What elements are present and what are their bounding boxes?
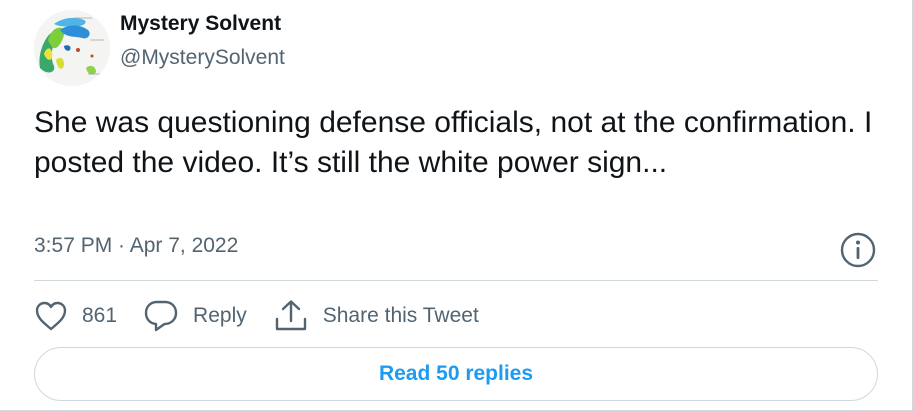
- like-button[interactable]: 861: [34, 300, 117, 332]
- tweet-text: She was questioning defense officials, n…: [34, 106, 873, 179]
- heart-icon: [35, 301, 67, 331]
- like-count: 861: [82, 304, 118, 327]
- reply-label: Reply: [193, 304, 247, 327]
- read-replies-label: Read 50 replies: [378, 362, 534, 385]
- reply-bubble-icon: [144, 300, 178, 332]
- avatar-map-image: [34, 10, 110, 86]
- user-handle[interactable]: @MysterySolvent: [120, 46, 285, 70]
- avatar[interactable]: [34, 10, 110, 86]
- display-name[interactable]: Mystery Solvent: [120, 12, 281, 36]
- tweet-timestamp[interactable]: 3:57 PM · Apr 7, 2022: [34, 234, 238, 258]
- info-icon[interactable]: [838, 230, 878, 270]
- share-label: Share this Tweet: [322, 304, 479, 327]
- share-icon: [275, 300, 306, 331]
- share-button[interactable]: Share this Tweet: [273, 298, 479, 334]
- read-replies-button[interactable]: Read 50 replies: [34, 347, 878, 401]
- action-bar: 861 Reply Share this Tweet: [34, 294, 505, 338]
- tweet-card: Mystery Solvent @MysterySolvent She was …: [0, 0, 913, 411]
- reply-button[interactable]: Reply: [143, 299, 247, 333]
- divider: [34, 280, 878, 281]
